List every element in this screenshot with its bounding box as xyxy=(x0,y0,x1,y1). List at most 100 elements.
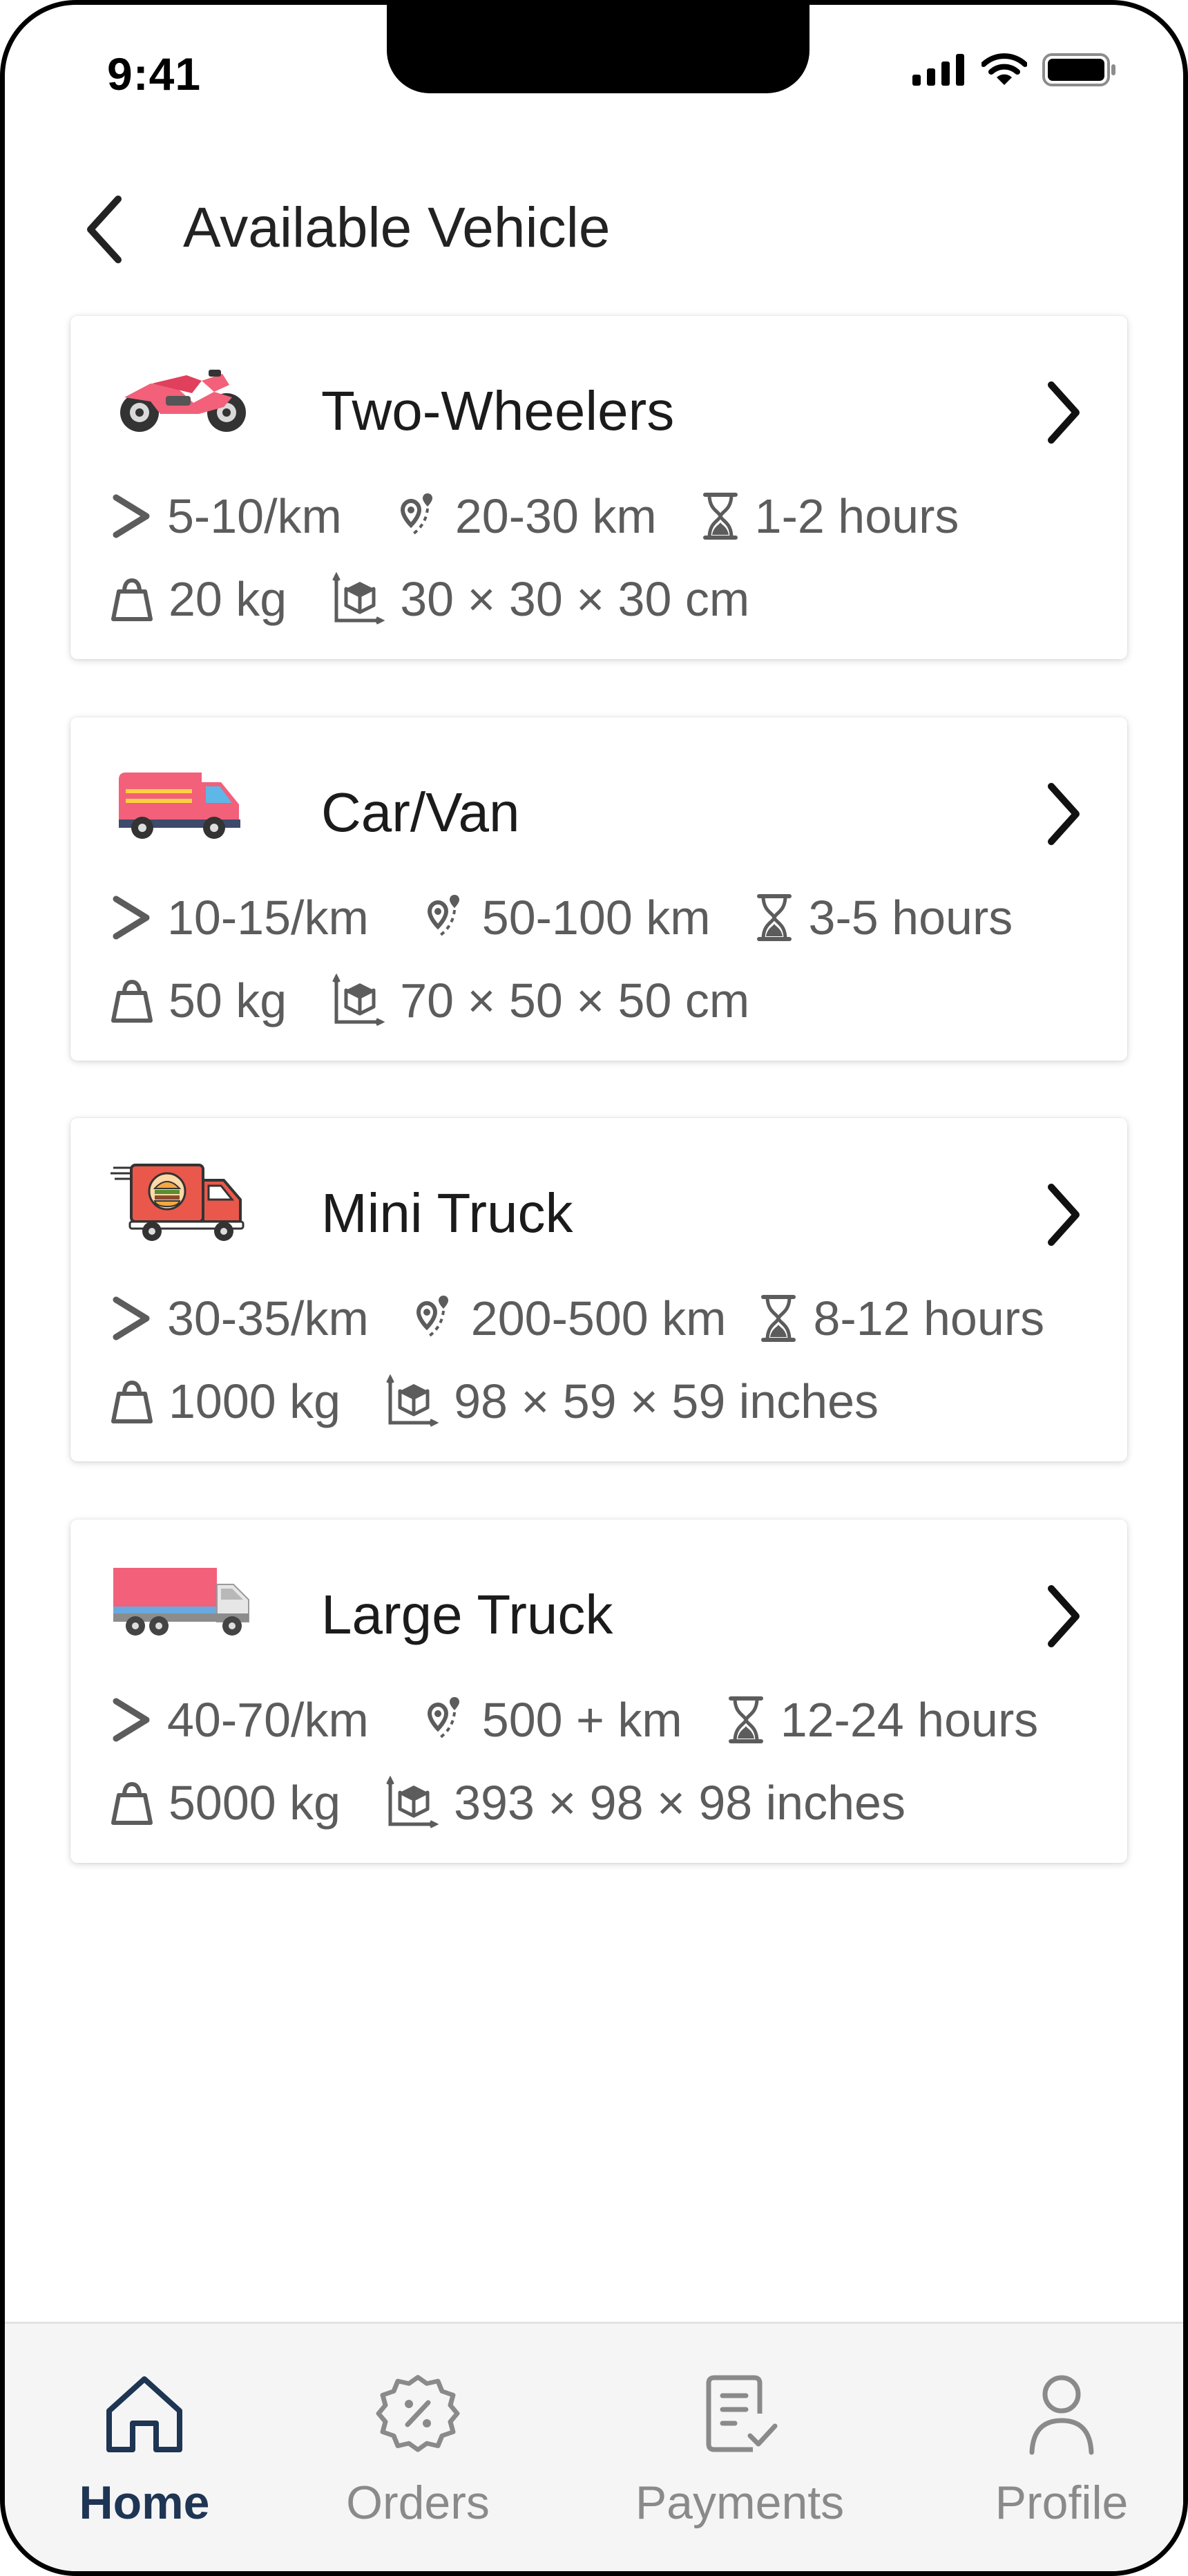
battery-icon xyxy=(1042,53,1115,86)
rate-chevron-icon xyxy=(113,1698,150,1742)
vehicle-card-large-truck[interactable]: Large Truck 40-70/km 500 + km 12-24 hour… xyxy=(70,1519,1127,1863)
vehicle-name: Mini Truck xyxy=(321,1182,573,1244)
dimensions-text: 98 × 59 × 59 inches xyxy=(454,1374,879,1428)
dimensions-text: 393 × 98 × 98 inches xyxy=(454,1776,906,1830)
weight-item: 50 kg xyxy=(111,973,287,1028)
distance-text: 50-100 km xyxy=(481,891,711,945)
distance-text: 200-500 km xyxy=(470,1291,727,1345)
vehicle-card-two-wheelers[interactable]: Two-Wheelers 5-10/km 20-30 km 1-2 hours … xyxy=(70,316,1127,659)
dimensions-text: 30 × 30 × 30 cm xyxy=(400,572,750,626)
vehicle-name: Two-Wheelers xyxy=(321,380,675,442)
route-pin-icon xyxy=(400,493,432,535)
weight-text: 1000 kg xyxy=(169,1374,341,1428)
vehicle-stats-row: 5-10/km 20-30 km 1-2 hours xyxy=(111,485,1003,547)
rate-text: 5-10/km xyxy=(167,489,342,543)
time-item: 12-24 hours xyxy=(727,1692,1038,1748)
route-pin-icon xyxy=(427,895,459,936)
weight-item: 20 kg xyxy=(111,571,287,627)
header: Available Vehicle xyxy=(5,178,1183,281)
vehicle-stats-row: 40-70/km 500 + km 12-24 hours xyxy=(111,1689,1038,1751)
dimensions-item: 70 × 50 × 50 cm xyxy=(331,973,749,1028)
tab-orders[interactable]: Orders xyxy=(314,2372,521,2530)
distance-text: 20-30 km xyxy=(454,489,657,543)
dimensions-text: 70 × 50 × 50 cm xyxy=(400,974,750,1027)
wifi-icon xyxy=(981,53,1027,85)
hourglass-icon xyxy=(756,894,792,941)
vehicle-stats-row: 10-15/km 50-100 km 3-5 hours xyxy=(111,887,1057,949)
time-item: 3-5 hours xyxy=(755,890,1013,945)
page-title: Available Vehicle xyxy=(183,196,611,259)
phone-frame: 9:41 Available Vehicle Two-Wheelers 5-10… xyxy=(0,0,1188,2576)
dimensions-item: 30 × 30 × 30 cm xyxy=(331,571,749,627)
dimensions-item: 393 × 98 × 98 inches xyxy=(385,1775,906,1830)
package-dimensions-icon xyxy=(332,974,385,1026)
rate-chevron-icon xyxy=(113,1296,150,1341)
vehicle-card-car-van[interactable]: Car/Van 10-15/km 50-100 km 3-5 hours 50 … xyxy=(70,717,1127,1061)
tab-profile[interactable]: Profile xyxy=(958,2372,1165,2530)
vehicle-capacity-row: 1000 kg 98 × 59 × 59 inches xyxy=(111,1370,923,1432)
package-dimensions-icon xyxy=(386,1374,439,1427)
hourglass-icon xyxy=(728,1696,763,1743)
distance-item: 50-100 km xyxy=(413,890,711,945)
chevron-right-icon[interactable] xyxy=(1043,779,1084,849)
tab-label: Profile xyxy=(995,2476,1129,2529)
weight-bag-icon xyxy=(111,1380,153,1423)
tab-label: Orders xyxy=(346,2476,490,2529)
weight-text: 50 kg xyxy=(169,974,287,1027)
time-text: 3-5 hours xyxy=(808,891,1013,945)
weight-bag-icon xyxy=(111,979,153,1023)
weight-bag-icon xyxy=(111,1781,153,1825)
rate-chevron-icon xyxy=(113,896,150,940)
status-icons xyxy=(912,53,1117,86)
distance-item: 500 + km xyxy=(413,1692,682,1748)
distance-text: 500 + km xyxy=(481,1693,682,1747)
route-pin-icon xyxy=(416,1296,448,1337)
rate-text: 40-70/km xyxy=(167,1693,369,1747)
weight-text: 5000 kg xyxy=(169,1776,341,1830)
receipt-check-icon xyxy=(706,2375,778,2452)
vehicle-capacity-row: 20 kg 30 × 30 × 30 cm xyxy=(111,568,794,630)
chevron-right-icon[interactable] xyxy=(1043,1582,1084,1651)
vehicle-capacity-row: 50 kg 70 × 50 × 50 cm xyxy=(111,969,794,1032)
tab-label: Home xyxy=(79,2476,210,2529)
notch xyxy=(387,5,809,93)
rate-item: 30-35/km xyxy=(111,1291,369,1346)
vehicle-card-mini-truck[interactable]: Mini Truck 30-35/km 200-500 km 8-12 hour… xyxy=(70,1118,1127,1461)
rate-chevron-icon xyxy=(113,494,150,538)
chevron-right-icon[interactable] xyxy=(1043,1180,1084,1249)
rate-item: 10-15/km xyxy=(111,890,369,945)
rate-text: 30-35/km xyxy=(167,1291,369,1345)
vehicle-stats-row: 30-35/km 200-500 km 8-12 hours xyxy=(111,1287,1044,1349)
chevron-left-icon xyxy=(87,196,122,263)
back-button[interactable] xyxy=(77,191,132,267)
time-text: 1-2 hours xyxy=(754,489,959,543)
dimensions-item: 98 × 59 × 59 inches xyxy=(385,1374,879,1429)
discount-badge-icon xyxy=(376,2375,460,2452)
hourglass-icon xyxy=(761,1295,796,1342)
package-dimensions-icon xyxy=(332,572,385,625)
distance-item: 20-30 km xyxy=(386,489,657,544)
mini-truck-icon xyxy=(111,1164,245,1241)
tab-label: Payments xyxy=(635,2476,845,2529)
signal-icon xyxy=(912,54,964,86)
chevron-right-icon[interactable] xyxy=(1043,378,1084,447)
weight-item: 5000 kg xyxy=(111,1775,341,1830)
rate-item: 40-70/km xyxy=(111,1692,369,1748)
rate-item: 5-10/km xyxy=(111,489,342,544)
time-item: 8-12 hours xyxy=(759,1291,1044,1346)
vehicle-name: Large Truck xyxy=(321,1584,613,1645)
user-icon xyxy=(1029,2375,1094,2455)
weight-item: 1000 kg xyxy=(111,1374,341,1429)
weight-text: 20 kg xyxy=(169,572,287,626)
route-pin-icon xyxy=(427,1697,459,1739)
bottom-tab-bar: Home Orders Payments Profile xyxy=(5,2322,1183,2571)
package-dimensions-icon xyxy=(386,1776,439,1828)
tab-payments[interactable]: Payments xyxy=(635,2372,845,2530)
weight-bag-icon xyxy=(111,578,153,621)
distance-item: 200-500 km xyxy=(402,1291,727,1346)
status-time: 9:41 xyxy=(107,48,202,100)
hourglass-icon xyxy=(702,493,738,540)
large-truck-icon xyxy=(113,1568,249,1636)
tab-home[interactable]: Home xyxy=(41,2372,248,2530)
van-icon xyxy=(119,773,240,839)
